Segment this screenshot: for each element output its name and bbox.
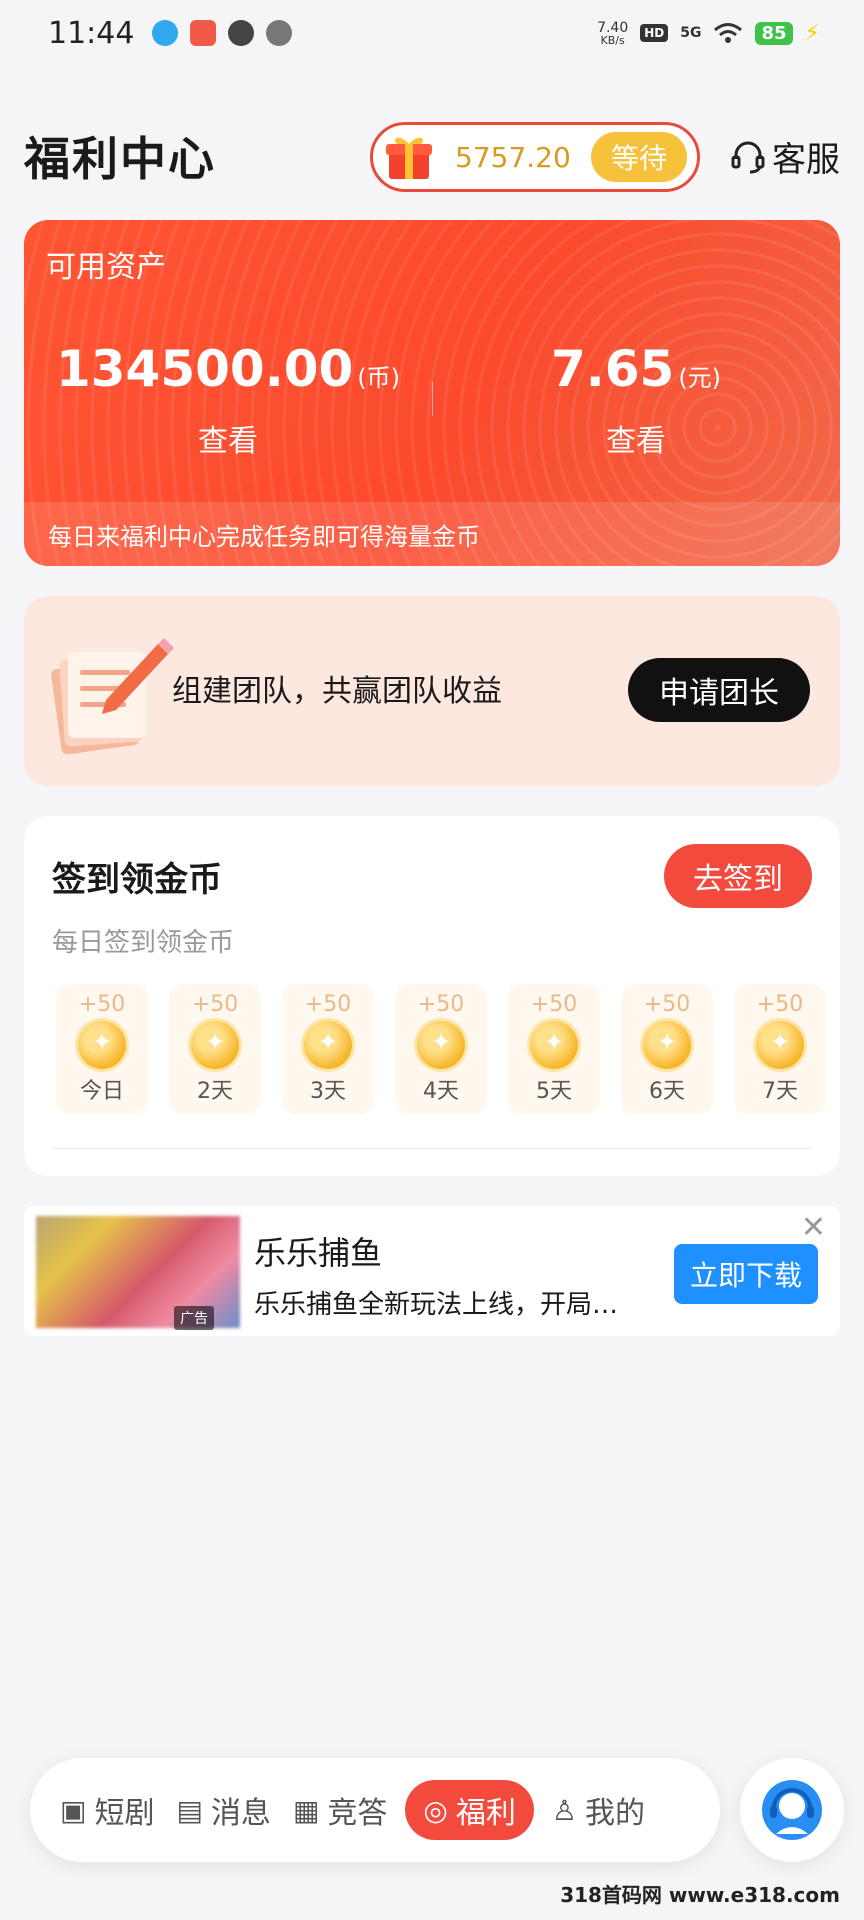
cash-balance-unit: (元) bbox=[678, 364, 722, 392]
day-label: 6天 bbox=[649, 1079, 685, 1104]
coin-icon bbox=[417, 1021, 465, 1069]
nav-label: 短剧 bbox=[94, 1796, 155, 1831]
team-text: 组建团队，共赢团队收益 bbox=[172, 674, 502, 709]
nav-item-profile[interactable]: ♙ 我的 bbox=[548, 1780, 649, 1840]
checkin-day[interactable]: +50 今日 bbox=[56, 984, 148, 1114]
net-speed: 7.40 KB/s bbox=[597, 21, 628, 46]
day-bonus: +50 bbox=[78, 992, 126, 1017]
net-speed-unit: KB/s bbox=[600, 33, 625, 47]
day-bonus: +50 bbox=[756, 992, 804, 1017]
ad-description: 乐乐捕鱼全新玩法上线，开局… bbox=[254, 1290, 619, 1320]
checkin-subtitle: 每日签到领金币 bbox=[52, 928, 235, 958]
status-bar: 11:44 7.40 KB/s HD 5G 85 ⚡ bbox=[0, 0, 864, 66]
wait-button[interactable]: 等待 bbox=[591, 132, 687, 182]
welfare-icon: ◎ bbox=[423, 1793, 448, 1827]
assets-tip: 每日来福利中心完成任务即可得海量金币 bbox=[24, 502, 840, 566]
ad-title: 乐乐捕鱼 bbox=[254, 1234, 383, 1272]
coin-icon bbox=[530, 1021, 578, 1069]
view-cash-link[interactable]: 查看 bbox=[432, 416, 840, 460]
close-icon[interactable]: ✕ bbox=[801, 1210, 826, 1245]
ad-tag: 广告 bbox=[174, 1306, 214, 1330]
profile-icon: ♙ bbox=[551, 1793, 577, 1827]
assets-label: 可用资产 bbox=[46, 250, 166, 285]
watermark: 318首码网 www.e318.com bbox=[560, 1883, 840, 1907]
quiz-icon: ▦ bbox=[292, 1793, 320, 1827]
message-icon: ▤ bbox=[176, 1793, 203, 1827]
checkin-day[interactable]: +50 2天 bbox=[169, 984, 261, 1114]
cash-balance: 7.65 (元) 查看 bbox=[432, 340, 840, 460]
checkin-day[interactable]: +50 6天 bbox=[621, 984, 713, 1114]
checkin-day[interactable]: +50 7天 bbox=[734, 984, 826, 1114]
coin-balance-value: 134500.00 bbox=[55, 340, 354, 398]
nav-item-messages[interactable]: ▤ 消息 bbox=[172, 1780, 274, 1840]
status-indicators: 7.40 KB/s HD 5G 85 ⚡ bbox=[597, 21, 820, 46]
clown-app-icon bbox=[190, 20, 217, 46]
checkin-day[interactable]: +50 3天 bbox=[282, 984, 374, 1114]
ball-app-icon bbox=[266, 20, 293, 46]
nav-label: 竞答 bbox=[327, 1796, 388, 1831]
checkin-day[interactable]: +50 4天 bbox=[395, 984, 487, 1114]
pending-amount: 5757.20 bbox=[455, 140, 571, 174]
coin-balance-unit: (币) bbox=[357, 364, 401, 392]
page-title: 福利中心 bbox=[24, 132, 216, 186]
day-label: 4天 bbox=[423, 1079, 459, 1104]
service-label: 客服 bbox=[772, 140, 840, 180]
day-bonus: +50 bbox=[417, 992, 465, 1017]
wifi-icon bbox=[714, 23, 743, 43]
net-speed-value: 7.40 bbox=[597, 19, 629, 36]
checkin-day[interactable]: +50 5天 bbox=[508, 984, 600, 1114]
coin-icon bbox=[191, 1021, 239, 1069]
nav-item-short-drama[interactable]: ▣ 短剧 bbox=[56, 1780, 158, 1840]
status-time: 11:44 bbox=[48, 15, 135, 51]
day-label: 5天 bbox=[536, 1079, 572, 1104]
coin-icon bbox=[304, 1021, 352, 1069]
nav-label: 我的 bbox=[584, 1796, 645, 1831]
nav-label: 消息 bbox=[210, 1796, 271, 1831]
pending-reward-pill[interactable]: 5757.20 等待 bbox=[370, 122, 700, 192]
team-banner[interactable]: 组建团队，共赢团队收益 申请团长 bbox=[24, 596, 840, 786]
cash-balance-value: 7.65 bbox=[550, 340, 675, 398]
support-agent-icon bbox=[762, 1780, 822, 1840]
support-agent-button[interactable] bbox=[740, 1758, 844, 1862]
day-label: 3天 bbox=[310, 1079, 346, 1104]
checkin-title: 签到领金币 bbox=[52, 860, 222, 900]
checkin-button[interactable]: 去签到 bbox=[664, 844, 812, 908]
nav-item-quiz[interactable]: ▦ 竞答 bbox=[289, 1780, 391, 1840]
checkin-days: +50 今日 +50 2天 +50 3天 +50 4天 +50 5天 +50 6… bbox=[56, 984, 826, 1114]
page-header: 福利中心 5757.20 等待 客服 bbox=[24, 118, 840, 194]
charging-icon: ⚡ bbox=[804, 20, 820, 46]
day-bonus: +50 bbox=[530, 992, 578, 1017]
day-label: 2天 bbox=[197, 1079, 233, 1104]
gift-icon bbox=[386, 137, 432, 179]
hd-icon: HD bbox=[640, 24, 669, 42]
apply-team-leader-button[interactable]: 申请团长 bbox=[628, 658, 810, 722]
day-bonus: +50 bbox=[304, 992, 352, 1017]
video-icon: ▣ bbox=[60, 1793, 87, 1827]
wechat-icon bbox=[228, 20, 255, 46]
customer-service-button[interactable]: 客服 bbox=[730, 132, 840, 181]
assets-card: 可用资产 134500.00 (币) 查看 7.65 (元) 查看 每日来福利中心完… bbox=[24, 220, 840, 566]
divider bbox=[52, 1148, 812, 1149]
headset-icon bbox=[731, 141, 765, 173]
coin-icon bbox=[643, 1021, 691, 1069]
download-button[interactable]: 立即下载 bbox=[674, 1244, 818, 1304]
coin-icon bbox=[78, 1021, 126, 1069]
qq-icon bbox=[152, 20, 179, 46]
battery-icon: 85 bbox=[755, 21, 793, 45]
day-label: 7天 bbox=[762, 1079, 798, 1104]
day-bonus: +50 bbox=[191, 992, 239, 1017]
day-bonus: +50 bbox=[643, 992, 691, 1017]
day-label: 今日 bbox=[79, 1079, 124, 1104]
view-coins-link[interactable]: 查看 bbox=[24, 416, 432, 460]
signal-icon: 5G bbox=[680, 25, 702, 41]
coin-icon bbox=[756, 1021, 804, 1069]
nav-item-welfare[interactable]: ◎ 福利 bbox=[405, 1780, 534, 1840]
checkin-card: 签到领金币 每日签到领金币 去签到 +50 今日 +50 2天 +50 3天 +… bbox=[24, 816, 840, 1176]
coin-balance: 134500.00 (币) 查看 bbox=[24, 340, 432, 460]
ad-card[interactable]: 广告 乐乐捕鱼 乐乐捕鱼全新玩法上线，开局… ✕ 立即下载 bbox=[24, 1206, 840, 1336]
bottom-nav: ▣ 短剧 ▤ 消息 ▦ 竞答 ◎ 福利 ♙ 我的 bbox=[30, 1758, 720, 1862]
notepad-pencil-icon bbox=[51, 638, 174, 755]
status-app-icons bbox=[152, 20, 293, 46]
nav-label: 福利 bbox=[455, 1796, 516, 1831]
